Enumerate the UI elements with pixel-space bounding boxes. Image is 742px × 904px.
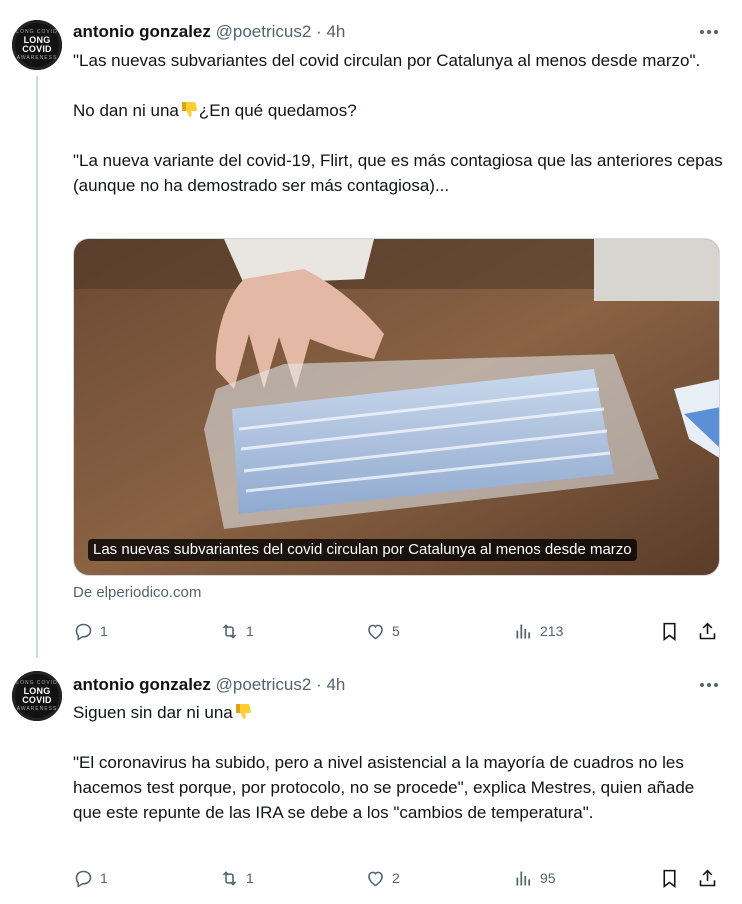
thumbs-down-icon (181, 102, 197, 117)
views-button[interactable]: 95 (513, 866, 556, 890)
bookmark-icon (663, 869, 676, 888)
tweet-paragraph: "Las nuevas subvariantes del covid circu… (73, 51, 701, 70)
reply-count: 1 (100, 870, 108, 886)
tweet-paragraph: "El coronavirus ha subido, pero a nivel … (73, 753, 695, 822)
tweet-paragraph: No dan ni una ¿En qué quedamos? (73, 98, 723, 123)
action-bar: 1 1 5 213 (73, 619, 723, 643)
tweet[interactable]: LONG COVID LONG COVID AWARENESS antonio … (0, 0, 742, 658)
reply-button[interactable]: 1 (73, 866, 108, 890)
share-icon (699, 622, 716, 639)
thread-connector-line (36, 76, 38, 658)
author-handle[interactable]: @poetricus2 (216, 22, 312, 41)
card-source[interactable]: De elperiodico.com (73, 584, 201, 601)
heart-icon (368, 871, 383, 886)
avatar-ring-text-bottom: AWARENESS (16, 55, 58, 61)
timestamp[interactable]: 4h (326, 675, 345, 694)
analytics-icon (516, 624, 531, 638)
repost-count: 1 (246, 870, 254, 886)
tweet-text: Siguen sin dar ni una "El coronavirus ha… (73, 700, 723, 825)
tweet-paragraph: Siguen sin dar ni una (73, 700, 723, 725)
share-button[interactable] (697, 866, 718, 890)
tweet[interactable]: LONG COVID LONG COVID AWARENESS antonio … (0, 658, 742, 904)
repost-icon (222, 623, 237, 639)
views-button[interactable]: 213 (513, 619, 563, 643)
view-count: 213 (540, 623, 564, 639)
view-count: 95 (540, 870, 556, 886)
tweet-text: "Las nuevas subvariantes del covid circu… (73, 48, 723, 198)
avatar-ring-text-bottom: AWARENESS (16, 706, 58, 712)
avatar[interactable]: LONG COVID LONG COVID AWARENESS (12, 671, 62, 721)
tweet-header: antonio gonzalez @poetricus2 · 4h (73, 21, 345, 43)
repost-icon (222, 870, 237, 886)
like-button[interactable]: 2 (365, 866, 400, 890)
repost-button[interactable]: 1 (219, 619, 254, 643)
repost-count: 1 (246, 623, 254, 639)
avatar-word-covid: COVID (22, 695, 52, 705)
separator-dot: · (316, 22, 322, 41)
reply-count: 1 (100, 623, 108, 639)
tweet-text-segment: No dan ni una (73, 101, 179, 120)
author-name[interactable]: antonio gonzalez (73, 675, 211, 694)
separator-dot: · (316, 675, 322, 694)
like-button[interactable]: 5 (365, 619, 400, 643)
bookmark-button[interactable] (659, 866, 680, 890)
like-count: 5 (392, 623, 400, 639)
reply-button[interactable]: 1 (73, 619, 108, 643)
timestamp[interactable]: 4h (326, 22, 345, 41)
link-card[interactable]: Las nuevas subvariantes del covid circul… (73, 238, 720, 576)
avatar[interactable]: LONG COVID LONG COVID AWARENESS (12, 20, 62, 70)
article-image (74, 239, 719, 575)
repost-button[interactable]: 1 (219, 866, 254, 890)
author-handle[interactable]: @poetricus2 (216, 675, 312, 694)
analytics-icon (516, 871, 531, 885)
bookmark-button[interactable] (659, 619, 680, 643)
card-caption: Las nuevas subvariantes del covid circul… (88, 539, 637, 561)
more-options-icon[interactable] (698, 22, 720, 42)
bookmark-icon (663, 622, 676, 641)
share-button[interactable] (697, 619, 718, 643)
reply-icon (75, 870, 92, 888)
thumbs-down-icon (235, 704, 251, 719)
share-icon (699, 869, 716, 886)
more-options-icon[interactable] (698, 675, 720, 695)
action-bar: 1 1 2 95 (73, 866, 723, 890)
tweet-paragraph: "La nueva variante del covid-19, Flirt, … (73, 151, 723, 195)
heart-icon (368, 624, 383, 639)
like-count: 2 (392, 870, 400, 886)
tweet-text-segment: ¿En qué quedamos? (198, 101, 357, 120)
tweet-header: antonio gonzalez @poetricus2 · 4h (73, 674, 345, 696)
reply-icon (75, 623, 92, 641)
author-name[interactable]: antonio gonzalez (73, 22, 211, 41)
avatar-word-covid: COVID (22, 44, 52, 54)
tweet-text-segment: Siguen sin dar ni una (73, 703, 233, 722)
